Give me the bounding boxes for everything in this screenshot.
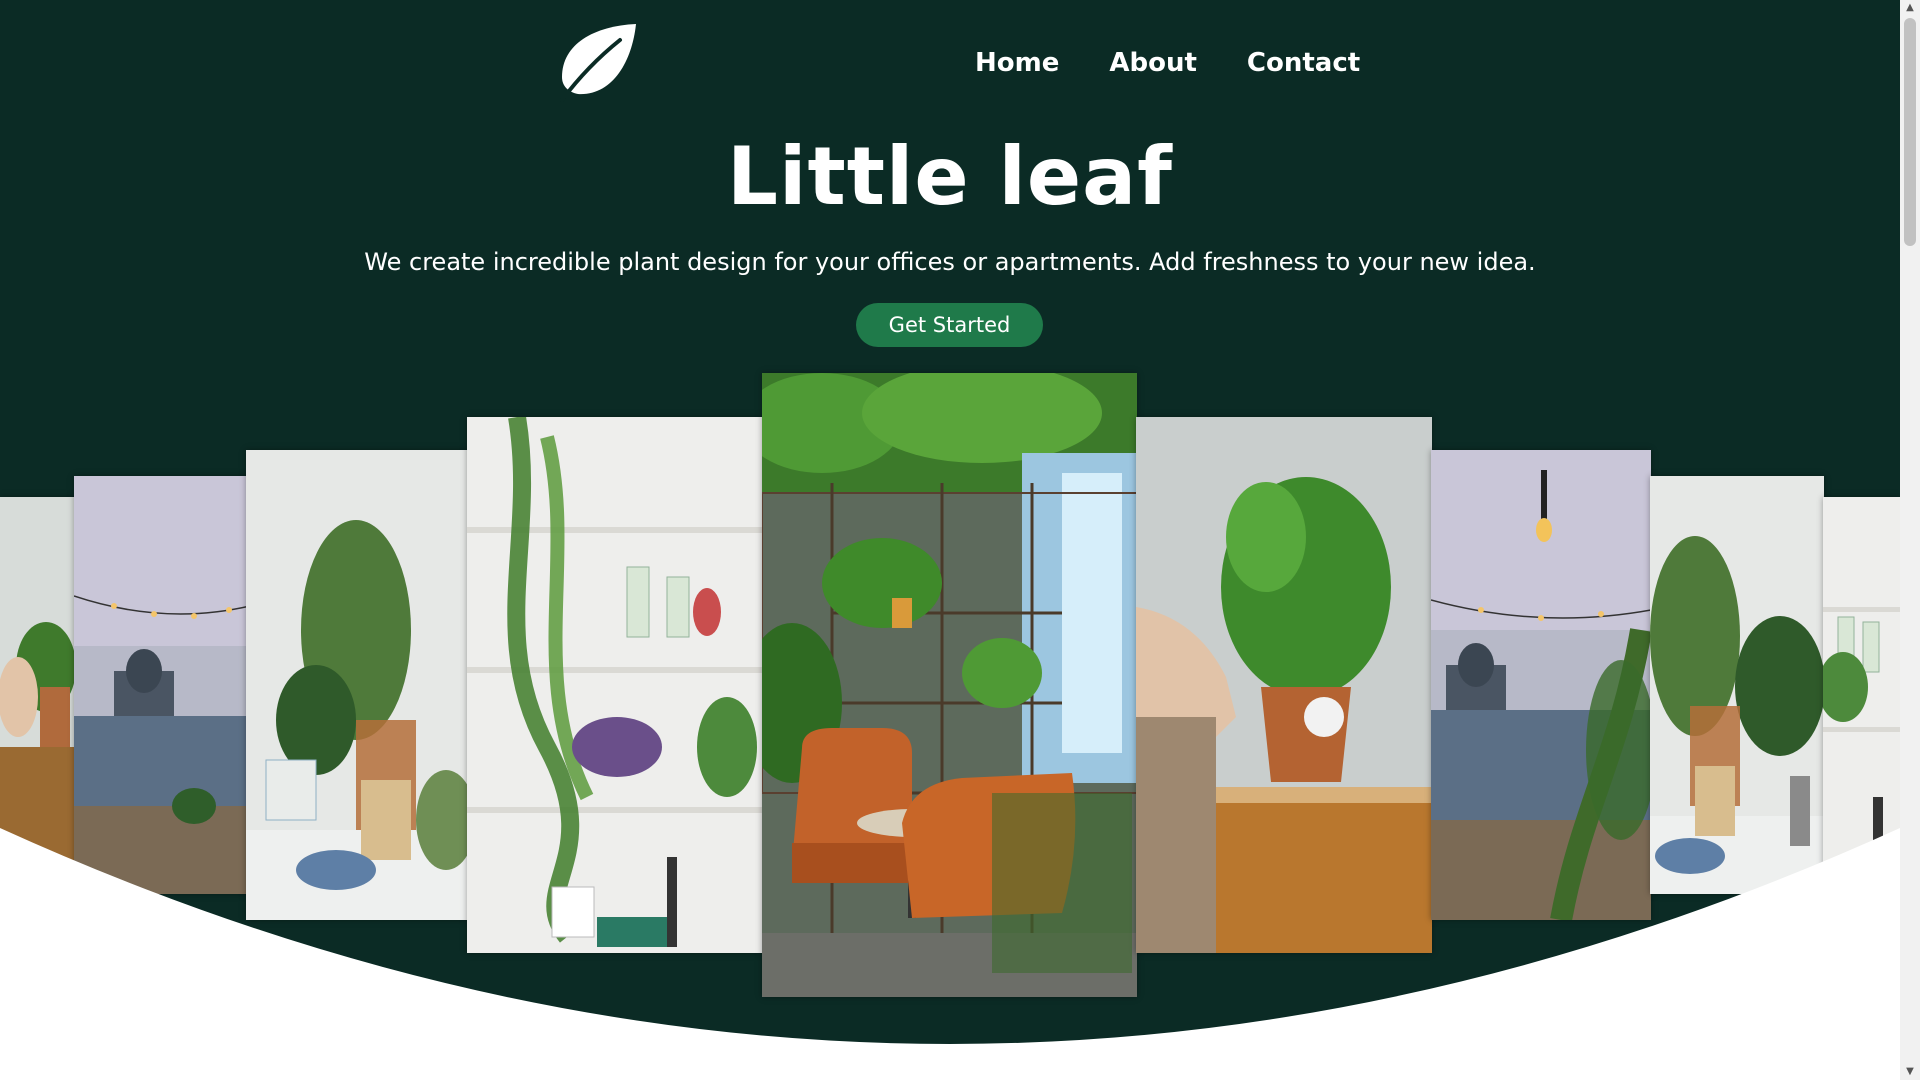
scroll-thumb[interactable] [1904,18,1916,246]
leaf-icon[interactable] [554,22,638,102]
get-started-button[interactable]: Get Started [856,303,1043,347]
nav-link-about[interactable]: About [1109,48,1197,78]
scroll-up-icon[interactable]: ▲ [1900,0,1920,16]
scroll-down-icon[interactable]: ▼ [1900,1064,1920,1080]
main-nav: Home About Contact [975,48,1410,78]
hero-section: Home About Contact Little leaf We create… [0,0,1900,1080]
nav-link-contact[interactable]: Contact [1247,48,1360,78]
hero-subtitle: We create incredible plant design for yo… [364,248,1536,276]
page-title: Little leaf [727,130,1173,223]
vertical-scrollbar[interactable]: ▲ ▼ [1900,0,1920,1080]
nav-link-home[interactable]: Home [975,48,1059,78]
